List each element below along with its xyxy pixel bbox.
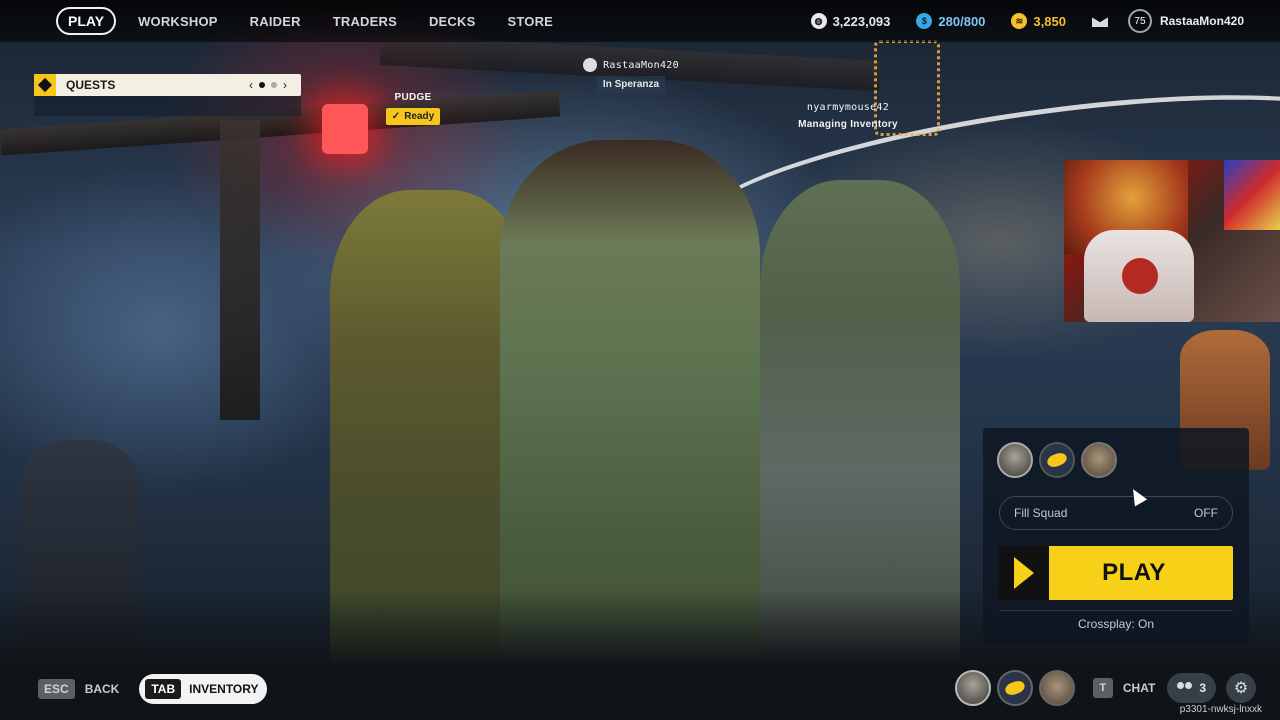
session-code: p3301-nwksj-lnxxk	[1179, 704, 1262, 715]
people-icon	[1177, 682, 1193, 694]
inventory-button[interactable]: TAB INVENTORY	[139, 674, 267, 704]
fill-squad-toggle[interactable]: Fill Squad OFF	[999, 496, 1233, 530]
quests-next-button[interactable]: ›	[283, 78, 287, 92]
cred-icon: ≋	[1011, 13, 1028, 29]
quests-pager: ‹ ›	[249, 78, 287, 92]
wall-art	[1224, 160, 1280, 230]
player-name-pudge: PUDGE	[394, 92, 432, 103]
quests-prev-button[interactable]: ‹	[249, 78, 253, 92]
raider-tokens-stat[interactable]: $ 280/800	[916, 13, 985, 29]
player-name-rastaamon-row: RastaaMon420	[574, 58, 688, 72]
player-label-rastaamon: RastaaMon420 In Speranza	[574, 58, 688, 93]
back-button[interactable]: BACK	[85, 682, 120, 696]
player-level-badge: 75	[1127, 9, 1152, 33]
player-label-pudge: PUDGE ✓ Ready	[384, 92, 442, 125]
quest-diamond-icon	[34, 74, 56, 96]
yellow-emblem-icon	[1045, 450, 1069, 470]
raider-tokens-value: 280/800	[938, 13, 986, 29]
crossplay-status: Crossplay: On	[999, 610, 1233, 631]
player-name-rastaamon: RastaaMon420	[603, 60, 679, 71]
bottom-right-controls: T CHAT 3 ⚙	[954, 670, 1256, 706]
party-avatar-3[interactable]	[1038, 670, 1075, 706]
fill-squad-label: Fill Squad	[1014, 506, 1068, 520]
quests-header[interactable]: QUESTS ‹ ›	[34, 74, 301, 96]
rainbow-corner-icon	[0, 0, 44, 42]
party-avatar-2[interactable]	[996, 670, 1033, 706]
player-name-nyarmymouse: nyarmymouse42	[806, 102, 890, 113]
squad-avatars	[997, 442, 1117, 478]
settings-gear-icon[interactable]: ⚙	[1226, 673, 1256, 703]
quests-body	[34, 96, 301, 116]
quests-page-dot[interactable]	[271, 82, 277, 88]
squad-panel: Fill Squad OFF PLAY Crossplay: On	[983, 428, 1249, 644]
yellow-emblem-icon	[1003, 678, 1027, 698]
nav-workshop-tab[interactable]: WORKSHOP	[138, 14, 218, 29]
tab-key-hint: TAB	[145, 679, 182, 699]
coins-stat[interactable]: ◍ 3,223,093	[810, 13, 891, 29]
chat-key-hint: T	[1092, 678, 1113, 698]
raider-token-icon: $	[916, 13, 933, 29]
player-status-rastaamon: In Speranza	[596, 76, 666, 93]
cred-value: 3,850	[1033, 13, 1066, 29]
inventory-label: INVENTORY	[189, 682, 259, 696]
cred-stat[interactable]: ≋ 3,850	[1011, 13, 1066, 29]
chat-button[interactable]: CHAT	[1123, 681, 1155, 695]
webcam-overlay	[1064, 160, 1280, 322]
quests-widget: QUESTS ‹ ›	[34, 74, 301, 116]
nav-store-tab[interactable]: STORE	[507, 14, 553, 29]
fill-squad-value: OFF	[1194, 506, 1218, 520]
nav-decks-tab[interactable]: DECKS	[429, 14, 476, 29]
player-status-nyarmymouse: Managing Inventory	[798, 119, 898, 130]
gaming-chair	[1084, 230, 1194, 322]
friends-button[interactable]: 3	[1167, 673, 1216, 703]
play-button-label: PLAY	[1102, 559, 1166, 586]
quests-page-dot-active[interactable]	[259, 82, 265, 88]
quests-title: QUESTS	[66, 78, 116, 92]
mail-icon[interactable]	[1091, 17, 1108, 27]
party-avatar-1[interactable]	[954, 670, 991, 706]
coins-value: 3,223,093	[832, 13, 891, 29]
bottom-left-controls: ESC BACK TAB INVENTORY	[38, 674, 267, 704]
skull-icon	[583, 58, 598, 72]
currency-stats: ◍ 3,223,093 $ 280/800 ≋ 3,850 75 RastaaM…	[810, 0, 1280, 42]
esc-key-hint: ESC	[38, 679, 75, 699]
squad-avatar-3[interactable]	[1081, 442, 1117, 478]
nav-play-tab[interactable]: PLAY	[56, 7, 117, 35]
red-warning-light	[322, 104, 368, 154]
main-nav: PLAY WORKSHOP RAIDER TRADERS DECKS STORE	[56, 7, 585, 35]
ready-badge: ✓ Ready	[385, 108, 441, 125]
play-button[interactable]: PLAY	[999, 546, 1233, 600]
squad-avatar-2[interactable]	[1039, 442, 1075, 478]
friends-count: 3	[1199, 681, 1206, 695]
ready-status-text: Ready	[404, 111, 435, 122]
top-navigation-bar: PLAY WORKSHOP RAIDER TRADERS DECKS STORE…	[0, 0, 1280, 42]
player-label-nyarmymouse: nyarmymouse42 Managing Inventory	[796, 102, 900, 130]
coins-icon: ◍	[810, 13, 827, 29]
player-name[interactable]: RastaaMon420	[1160, 14, 1244, 28]
nav-raider-tab[interactable]: RAIDER	[250, 14, 301, 29]
squad-avatar-1[interactable]	[997, 442, 1033, 478]
play-arrow-icon	[999, 546, 1049, 600]
check-icon: ✓	[391, 111, 401, 122]
nav-traders-tab[interactable]: TRADERS	[333, 14, 397, 29]
